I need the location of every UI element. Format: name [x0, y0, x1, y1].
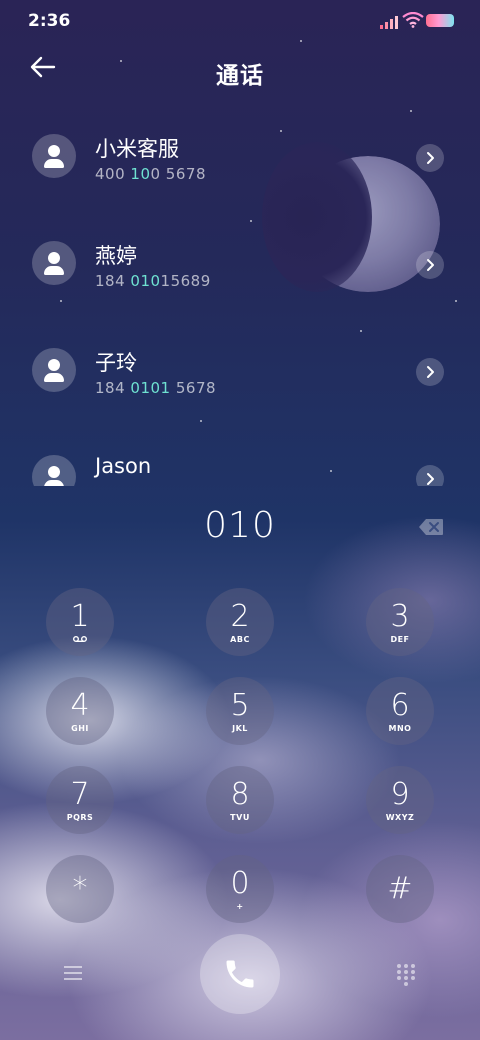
key-0[interactable]: 0 + — [206, 855, 274, 923]
contact-name: 子玲 — [95, 351, 137, 375]
chevron-right-icon — [427, 473, 434, 485]
chevron-right-icon — [427, 152, 434, 164]
contact-item[interactable]: 小米客服 400 100 5678 — [0, 112, 480, 212]
contact-item[interactable]: 燕婷 184 01015689 — [0, 219, 480, 319]
key-6[interactable]: 6 MNO — [366, 677, 434, 745]
contact-number: 400 100 5678 — [95, 165, 206, 183]
dialed-number: 010 — [204, 505, 276, 546]
status-time: 2:36 — [28, 11, 71, 31]
key-digit: 5 — [230, 688, 250, 723]
key-digit: 6 — [390, 688, 410, 723]
chevron-right-icon — [427, 366, 434, 378]
avatar — [32, 455, 76, 486]
key-9[interactable]: 9 WXYZ — [366, 766, 434, 834]
key-2[interactable]: 2 ABC — [206, 588, 274, 656]
key-letters: WXYZ — [385, 813, 415, 822]
avatar — [32, 241, 76, 285]
key-digit: 3 — [390, 599, 410, 634]
key-digit: 0 — [230, 866, 250, 901]
number-part: 184 — [95, 379, 131, 397]
key-4[interactable]: 4 GHI — [46, 677, 114, 745]
key-5[interactable]: 5 JKL — [206, 677, 274, 745]
contact-detail-button[interactable] — [416, 144, 444, 172]
key-letters: JKL — [232, 724, 248, 733]
contact-name: Jason — [95, 454, 152, 478]
contact-detail-button[interactable] — [416, 358, 444, 386]
wifi-icon — [402, 11, 424, 32]
status-bar: 2:36 — [0, 0, 480, 42]
number-match: 10 — [130, 165, 151, 183]
key-letters: PQRS — [66, 813, 94, 822]
key-7[interactable]: 7 PQRS — [46, 766, 114, 834]
voicemail-icon — [46, 635, 114, 646]
contact-detail-button[interactable] — [416, 465, 444, 486]
number-part: 0 5678 — [150, 165, 206, 183]
key-3[interactable]: 3 DEF — [366, 588, 434, 656]
key-letters: + — [236, 902, 244, 911]
number-match: 010 — [130, 272, 161, 290]
menu-icon — [64, 966, 82, 980]
key-digit: 4 — [70, 688, 90, 723]
contact-name: 燕婷 — [95, 244, 137, 268]
call-button[interactable] — [200, 934, 280, 1014]
key-digit: 2 — [230, 599, 250, 634]
key-digit: * — [72, 871, 88, 906]
dialpad-toggle-button[interactable] — [394, 962, 418, 986]
page-title: 通话 — [216, 63, 264, 89]
contact-detail-button[interactable] — [416, 251, 444, 279]
chevron-right-icon — [427, 259, 434, 271]
key-letters: MNO — [388, 724, 412, 733]
menu-button[interactable] — [62, 962, 84, 984]
contact-item[interactable]: 子玲 184 0101 5678 — [0, 326, 480, 426]
signal-icon — [380, 14, 400, 33]
key-1[interactable]: 1 — [46, 588, 114, 656]
key-digit: 9 — [390, 777, 410, 812]
avatar — [32, 348, 76, 392]
dialpad-icon — [397, 964, 415, 986]
battery-icon — [426, 14, 454, 27]
contact-number: 184 01015689 — [95, 272, 211, 290]
number-part: 15689 — [160, 272, 211, 290]
key-digit: 1 — [70, 599, 90, 634]
key-letters: TVU — [230, 813, 250, 822]
key-star[interactable]: * — [46, 855, 114, 923]
contact-name: 小米客服 — [95, 137, 179, 161]
contact-number: 184 0101 5678 — [95, 379, 216, 397]
key-hash[interactable]: # — [366, 855, 434, 923]
avatar — [32, 134, 76, 178]
key-8[interactable]: 8 TVU — [206, 766, 274, 834]
backspace-button[interactable] — [418, 518, 444, 536]
contact-results-list[interactable]: 小米客服 400 100 5678 燕婷 184 01015689 子玲 184… — [0, 112, 480, 486]
key-letters: GHI — [71, 724, 89, 733]
contact-item[interactable]: Jason — [0, 433, 480, 486]
key-letters: DEF — [390, 635, 410, 644]
backspace-icon — [419, 519, 443, 535]
key-letters: ABC — [230, 635, 250, 644]
phone-icon — [226, 960, 254, 988]
key-digit: # — [387, 871, 413, 906]
key-digit: 7 — [70, 777, 90, 812]
key-digit: 8 — [230, 777, 250, 812]
number-part: 400 — [95, 165, 131, 183]
number-match: 0101 — [130, 379, 171, 397]
number-part: 5678 — [170, 379, 217, 397]
number-part: 184 — [95, 272, 131, 290]
